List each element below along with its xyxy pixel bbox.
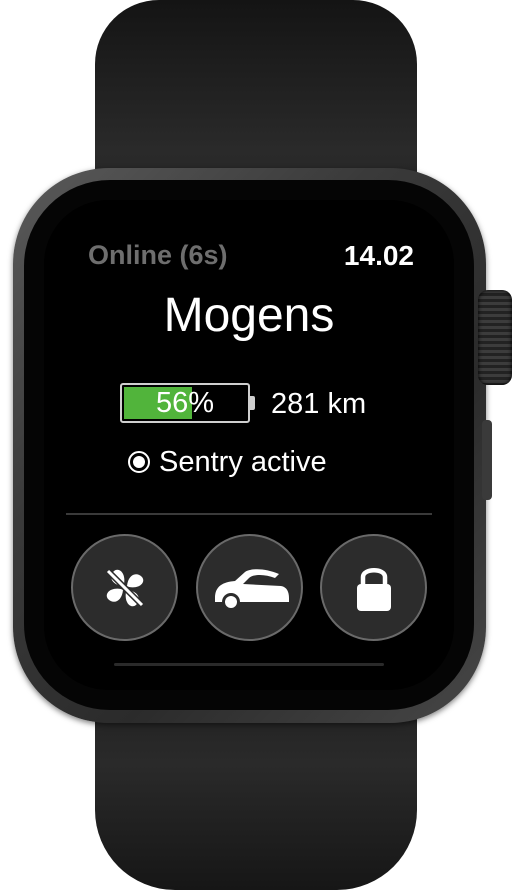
battery-tip bbox=[250, 396, 255, 410]
range-text: 281 km bbox=[271, 388, 367, 420]
side-button[interactable] bbox=[482, 420, 492, 500]
watch-device: Online (6s) 14.02 Mogens 56% 281 km Sent… bbox=[0, 0, 512, 890]
car-trunk-open-icon bbox=[214, 568, 289, 611]
lock-icon bbox=[356, 567, 391, 611]
trunk-button[interactable] bbox=[196, 534, 303, 641]
sentry-radio-icon bbox=[128, 451, 150, 473]
digital-crown[interactable] bbox=[478, 290, 512, 385]
sentry-label: Sentry active bbox=[159, 445, 327, 478]
climate-button[interactable] bbox=[71, 534, 178, 641]
watch-screen: Online (6s) 14.02 Mogens 56% 281 km Sent… bbox=[44, 200, 454, 690]
fan-off-icon bbox=[105, 568, 144, 607]
vehicle-name: Mogens bbox=[163, 289, 335, 342]
battery-percent: 56% bbox=[155, 387, 215, 419]
lock-button[interactable] bbox=[320, 534, 427, 641]
scroll-indicator bbox=[114, 663, 384, 666]
divider bbox=[66, 513, 432, 515]
sentry-status: Sentry active bbox=[128, 444, 327, 480]
connection-status: Online (6s) bbox=[88, 240, 228, 270]
clock: 14.02 bbox=[343, 240, 414, 271]
